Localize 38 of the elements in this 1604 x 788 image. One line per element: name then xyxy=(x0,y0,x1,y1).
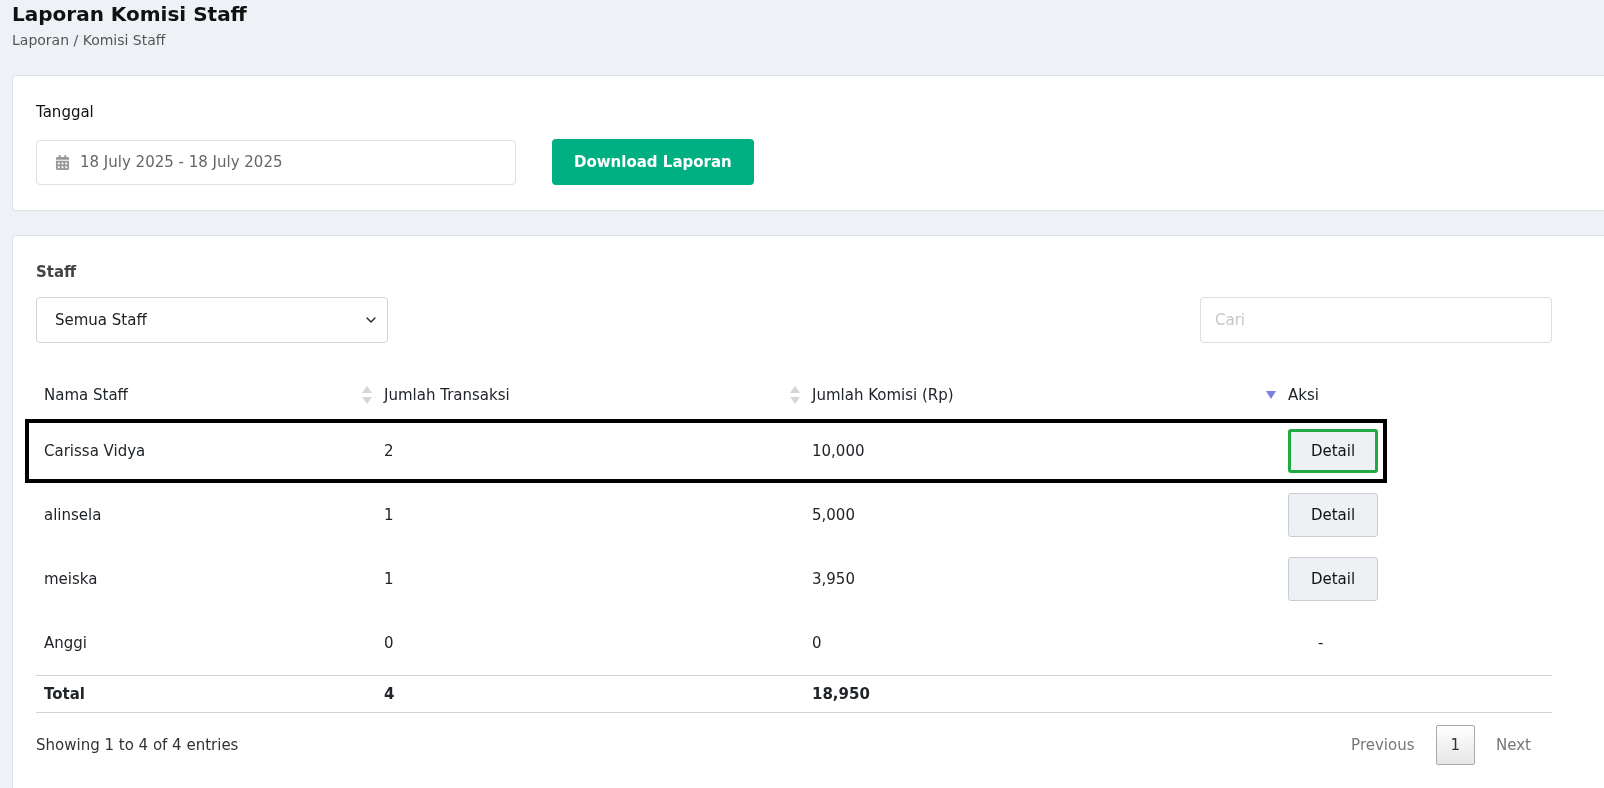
staff-select[interactable]: Semua Staff xyxy=(36,297,388,343)
page-button[interactable]: 1 xyxy=(1435,725,1476,765)
date-range-field[interactable]: 18 July 2025 - 18 July 2025 xyxy=(36,139,516,185)
sort-icon[interactable] xyxy=(362,386,372,404)
total-label: Total xyxy=(44,685,86,703)
table-cell-text: 1 xyxy=(384,506,395,524)
table-cell-text: Carissa Vidya xyxy=(44,442,147,460)
table-cell-text: 2 xyxy=(384,442,395,460)
table-cell-text: meiska xyxy=(44,570,99,588)
table-cell-text: alinsela xyxy=(44,506,103,524)
pagination-link[interactable]: Next xyxy=(1475,725,1552,765)
detail-button[interactable]: Detail xyxy=(1288,557,1378,601)
calendar-icon xyxy=(55,154,70,170)
column-header[interactable]: Nama Staff xyxy=(44,386,128,404)
search-field[interactable]: Cari xyxy=(1200,297,1552,343)
pagination-link[interactable]: Previous xyxy=(1330,725,1436,765)
table-cell-text: Anggi xyxy=(44,634,88,652)
table-cell-text: 10,000 xyxy=(812,442,866,460)
table-cell-text: 1 xyxy=(384,570,395,588)
breadcrumb: Laporan / Komisi Staff xyxy=(12,32,167,48)
entries-info: Showing 1 to 4 of 4 entries xyxy=(36,736,239,754)
sort-descending-icon[interactable] xyxy=(1266,391,1276,399)
column-header[interactable]: Aksi xyxy=(1288,386,1319,404)
staff-label: Staff xyxy=(36,263,78,281)
page-title: Laporan Komisi Staff xyxy=(12,1,248,26)
table-cell-text: 5,000 xyxy=(812,506,856,524)
column-header[interactable]: Jumlah Transaksi xyxy=(384,386,510,404)
table-cell-text: 18,950 xyxy=(812,685,871,703)
column-header[interactable]: Jumlah Komisi (Rp) xyxy=(812,386,954,404)
sort-icon[interactable] xyxy=(790,386,800,404)
detail-button[interactable]: Detail xyxy=(1288,493,1378,537)
table-cell-text: 0 xyxy=(812,634,823,652)
detail-button[interactable]: Detail xyxy=(1288,429,1378,473)
table-cell-text: 4 xyxy=(384,685,396,703)
table-cell-text: 3,950 xyxy=(812,570,856,588)
date-label: Tanggal xyxy=(36,103,95,121)
table-cell-text: - xyxy=(1317,634,1324,652)
table-cell-text: 0 xyxy=(384,634,395,652)
